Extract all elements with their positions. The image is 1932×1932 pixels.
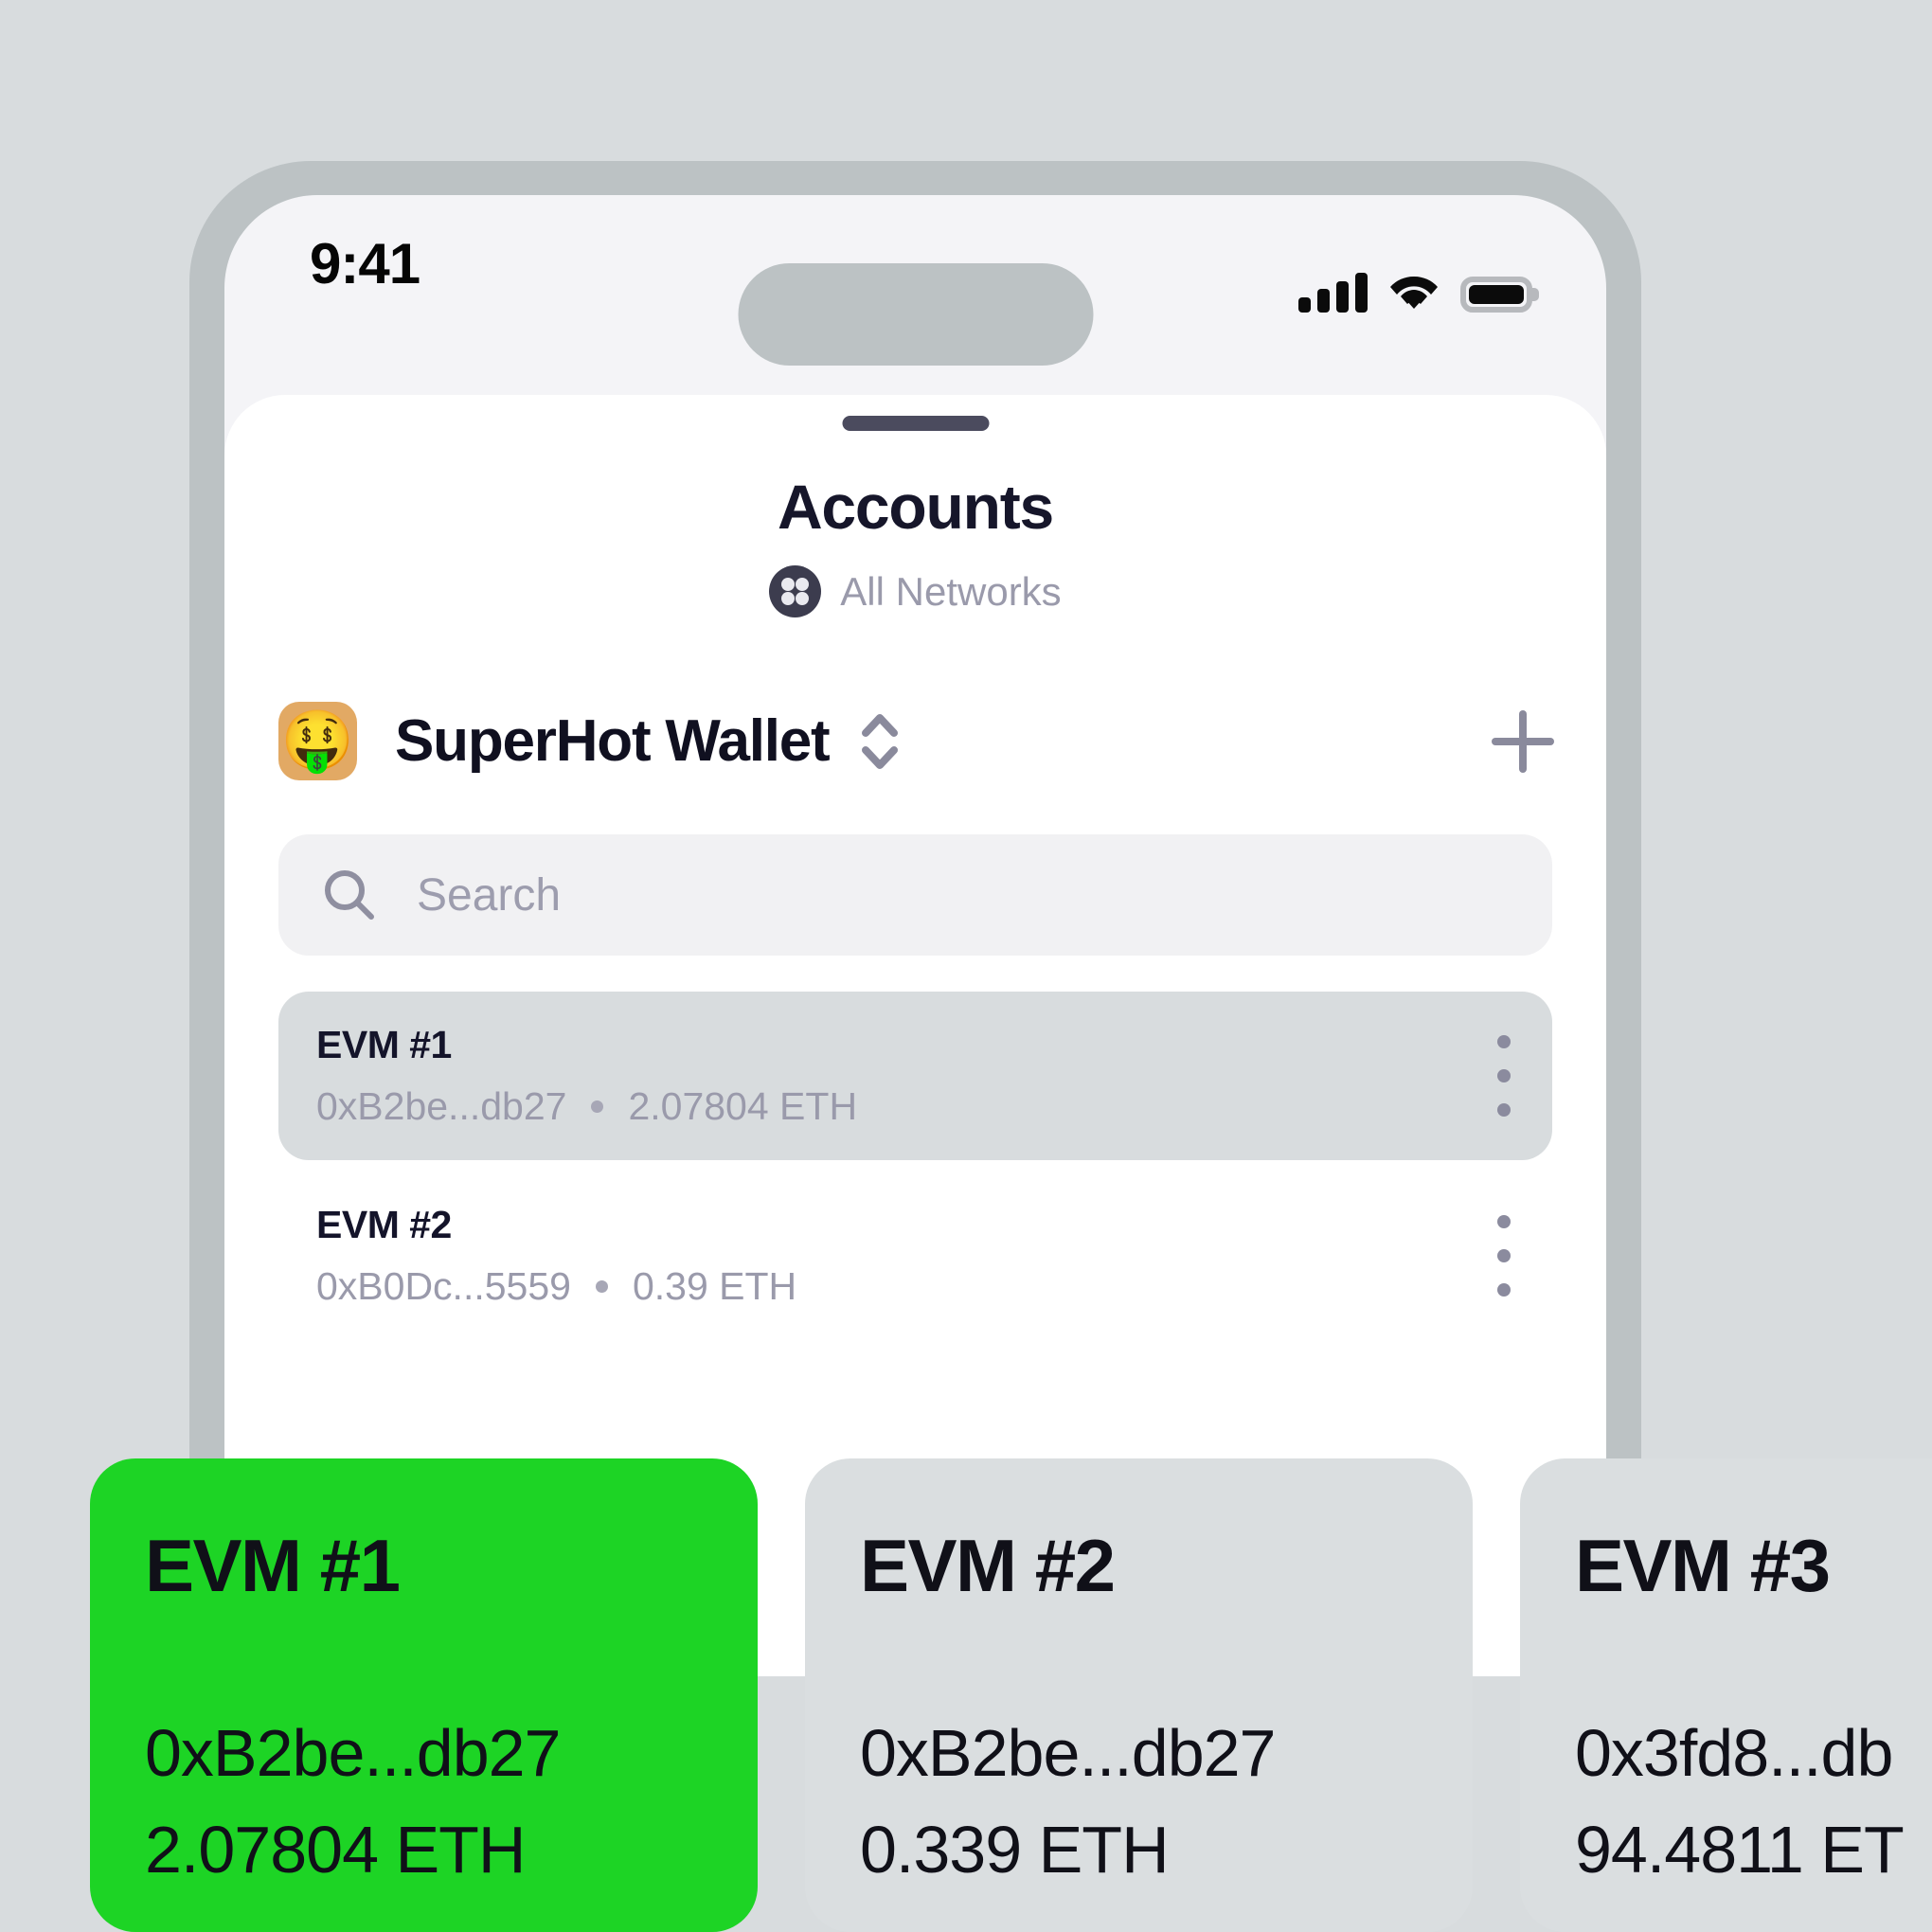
card-balance: 2.07804 ETH (145, 1813, 526, 1887)
phone-screen: 9:41 Accounts All Networks 🤑 SuperHot Wa… (224, 195, 1606, 1676)
dynamic-island (738, 263, 1093, 366)
card-address: 0x3fd8...db (1575, 1716, 1893, 1790)
status-indicators (1298, 267, 1532, 313)
status-bar: 9:41 (224, 195, 1606, 366)
cellular-signal-icon (1298, 273, 1368, 313)
account-texts: EVM #2 0xB0Dc...5559 0.39 ETH (316, 1203, 1497, 1309)
status-time: 9:41 (310, 232, 420, 295)
account-card-evm-1[interactable]: EVM #1 0xB2be...db27 2.07804 ETH (90, 1458, 758, 1932)
wallet-avatar: 🤑 (278, 702, 357, 780)
wifi-icon (1388, 273, 1440, 313)
screenshot-root: 9:41 Accounts All Networks 🤑 SuperHot Wa… (0, 0, 1932, 1932)
account-name: EVM #1 (316, 1023, 452, 1066)
account-card-carousel: EVM #1 0xB2be...db27 2.07804 ETH EVM #2 … (0, 1458, 1932, 1932)
wallet-row: 🤑 SuperHot Wallet (224, 677, 1606, 805)
chevron-up-down-icon[interactable] (858, 707, 902, 776)
card-balance: 94.4811 ET (1575, 1813, 1905, 1887)
page-title: Accounts (777, 472, 1054, 542)
card-address: 0xB2be...db27 (145, 1716, 561, 1790)
search-field[interactable]: Search (278, 834, 1552, 956)
card-title: EVM #1 (145, 1524, 401, 1607)
account-card-evm-2[interactable]: EVM #2 0xB2be...db27 0.339 ETH (805, 1458, 1473, 1932)
account-name: EVM #2 (316, 1203, 452, 1246)
card-balance: 0.339 ETH (860, 1813, 1170, 1887)
kebab-menu-icon[interactable] (1497, 1215, 1511, 1297)
account-meta: 0xB0Dc...5559 0.39 ETH (316, 1264, 1497, 1309)
search-icon (322, 868, 377, 922)
account-meta: 0xB2be...db27 2.07804 ETH (316, 1084, 1497, 1129)
add-account-button[interactable] (1492, 709, 1554, 773)
battery-full-icon (1460, 277, 1532, 313)
account-row-evm-2[interactable]: EVM #2 0xB0Dc...5559 0.39 ETH (278, 1172, 1552, 1340)
card-address: 0xB2be...db27 (860, 1716, 1276, 1790)
account-row-evm-1[interactable]: EVM #1 0xB2be...db27 2.07804 ETH (278, 992, 1552, 1160)
separator-dot (591, 1100, 604, 1113)
card-title: EVM #2 (860, 1524, 1116, 1607)
account-balance: 2.07804 ETH (628, 1084, 858, 1128)
network-selector[interactable]: All Networks (224, 565, 1606, 617)
separator-dot (595, 1280, 608, 1293)
account-texts: EVM #1 0xB2be...db27 2.07804 ETH (316, 1023, 1497, 1129)
account-list: EVM #1 0xB2be...db27 2.07804 ETH EVM #2 (278, 992, 1552, 1351)
kebab-menu-icon[interactable] (1497, 1035, 1511, 1117)
account-address: 0xB2be...db27 (316, 1084, 567, 1128)
sheet-grabber[interactable] (842, 416, 989, 431)
network-label: All Networks (840, 568, 1062, 614)
wallet-name[interactable]: SuperHot Wallet (395, 707, 831, 775)
account-address: 0xB0Dc...5559 (316, 1264, 571, 1308)
account-balance: 0.39 ETH (632, 1264, 797, 1308)
account-card-evm-3[interactable]: EVM #3 0x3fd8...db 94.4811 ET (1520, 1458, 1932, 1932)
search-input[interactable]: Search (417, 869, 561, 921)
card-title: EVM #3 (1575, 1524, 1831, 1607)
network-dots-icon (769, 565, 822, 617)
